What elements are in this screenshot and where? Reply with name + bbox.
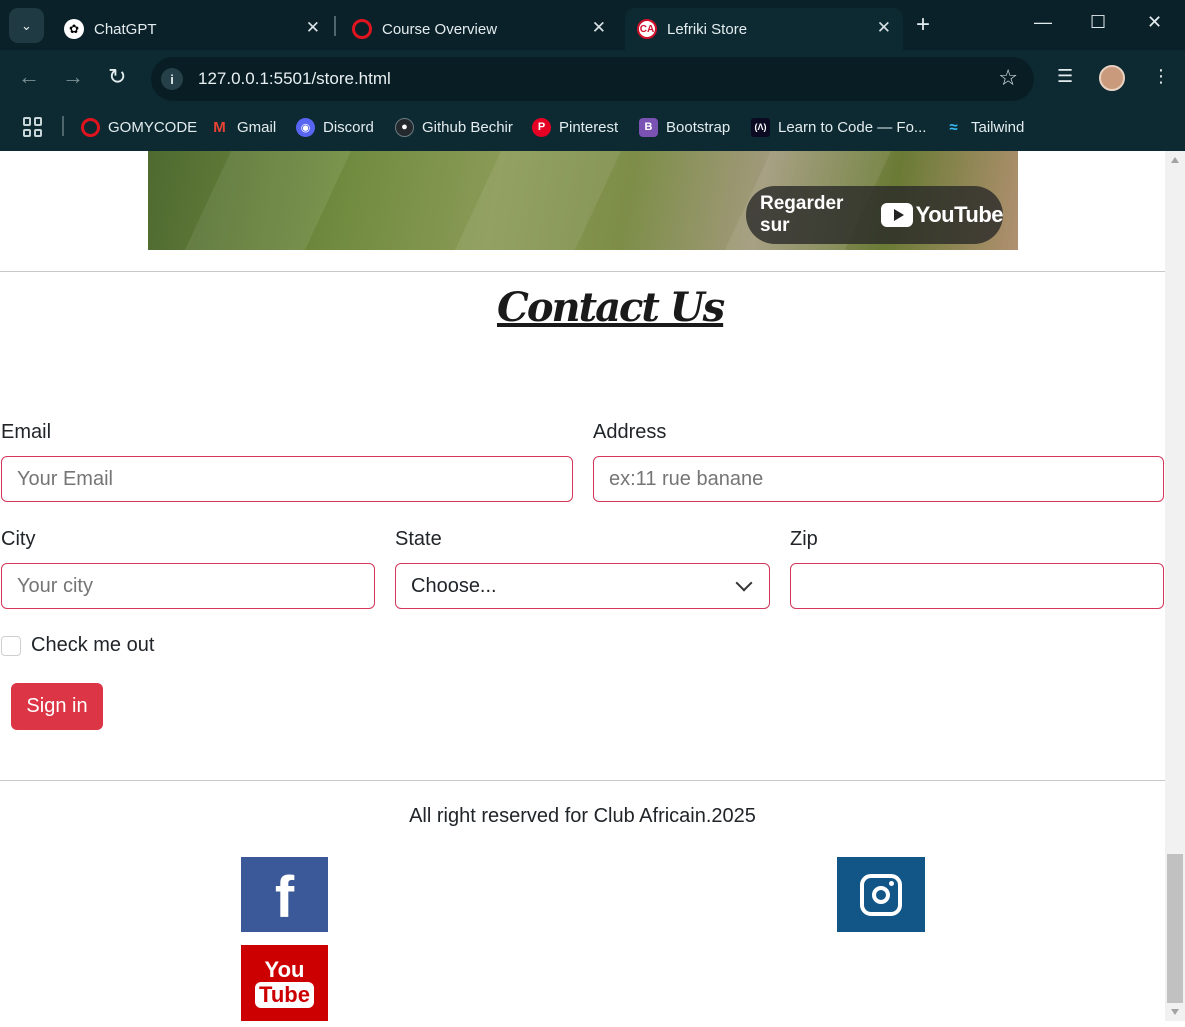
new-tab-button[interactable]: + — [916, 12, 930, 38]
close-icon[interactable]: ✕ — [592, 18, 606, 38]
facebook-link[interactable]: f — [241, 857, 328, 932]
bookmark-github[interactable]: ● Github Bechir — [395, 116, 513, 138]
discord-icon: ◉ — [296, 117, 315, 137]
address-input[interactable] — [593, 456, 1164, 502]
state-selected-value: Choose... — [411, 574, 497, 597]
field-stripe — [454, 151, 622, 250]
tab-title: Course Overview — [382, 20, 498, 38]
youtube-link[interactable]: You Tube — [241, 945, 328, 1021]
tab-lefriki-store[interactable]: CA Lefriki Store ✕ — [625, 8, 903, 50]
field-stripe — [184, 151, 352, 250]
zip-input[interactable] — [790, 563, 1164, 609]
address-label: Address — [593, 421, 667, 443]
bookmark-label: Tailwind — [971, 118, 1025, 136]
profile-avatar[interactable] — [1099, 65, 1125, 91]
tab-course-overview[interactable]: Course Overview ✕ — [340, 8, 618, 50]
bookmark-gmail[interactable]: M Gmail — [210, 116, 276, 138]
address-bar[interactable]: i 127.0.0.1:5501/store.html ☆ — [151, 57, 1034, 101]
email-input[interactable] — [1, 456, 573, 502]
gomycode-icon — [352, 19, 372, 39]
url-text[interactable]: 127.0.0.1:5501/store.html — [198, 69, 391, 89]
media-control-icon[interactable]: ☰ — [1057, 66, 1073, 87]
youtube-you-text: You — [264, 956, 305, 982]
state-select[interactable]: Choose... — [395, 563, 770, 609]
footer-copyright: All right reserved for Club Africain.202… — [409, 805, 756, 827]
chatgpt-icon: ✿ — [64, 19, 84, 39]
site-info-icon[interactable]: i — [161, 68, 183, 90]
city-input[interactable] — [1, 563, 375, 609]
bookmark-freecodecamp[interactable]: (Λ) Learn to Code — Fo... — [751, 116, 926, 138]
pinterest-icon: P — [532, 117, 551, 137]
watch-on-label: Regarder sur — [760, 193, 844, 236]
youtube-tube-text: Tube — [255, 981, 314, 1008]
apps-grid-icon[interactable] — [23, 117, 43, 137]
youtube-wordmark: YouTube — [915, 202, 1004, 227]
check-me-out-checkbox[interactable] — [1, 636, 21, 656]
bootstrap-icon: B — [639, 117, 658, 137]
bookmark-label: Github Bechir — [422, 118, 513, 136]
chevron-down-icon — [735, 574, 753, 592]
bookmark-star-icon[interactable]: ☆ — [998, 65, 1018, 91]
scroll-up-arrow-icon[interactable] — [1171, 157, 1179, 163]
scroll-down-arrow-icon[interactable] — [1171, 1009, 1179, 1015]
bookmark-tailwind[interactable]: ≈ Tailwind — [944, 116, 1024, 138]
city-label: City — [1, 528, 36, 550]
bookmark-label: Discord — [323, 118, 374, 136]
watch-on-youtube-button[interactable]: Regarder sur YouTube — [746, 186, 1004, 244]
youtube-video-embed[interactable]: Regarder sur YouTube — [148, 151, 1018, 250]
tab-divider — [334, 16, 336, 36]
contact-title: Contact Us — [497, 284, 725, 331]
menu-dots-icon[interactable]: ⋮ — [1152, 66, 1170, 87]
toolbar: ← → ↻ i 127.0.0.1:5501/store.html ☆ ☰ ⋮ — [0, 50, 1185, 108]
bookmarks-bar: GOMYCODE M Gmail ◉ Discord ● Github Bech… — [0, 108, 1185, 151]
state-label: State — [395, 528, 442, 550]
check-me-out-label[interactable]: Check me out — [31, 634, 154, 657]
sign-in-button[interactable]: Sign in — [11, 683, 103, 730]
bookmarks-divider — [62, 116, 64, 136]
bookmark-label: Learn to Code — Fo... — [778, 118, 927, 136]
footer-divider — [0, 780, 1165, 781]
github-icon: ● — [395, 117, 414, 137]
close-icon[interactable]: ✕ — [877, 18, 891, 38]
vertical-scrollbar[interactable] — [1165, 151, 1185, 1021]
bookmark-label: GOMYCODE — [108, 118, 198, 136]
browser-chrome: ⌄ ✿ ChatGPT ✕ Course Overview ✕ CA Lefri… — [0, 0, 1185, 151]
club-africain-icon: CA — [637, 19, 657, 39]
page-viewport: Regarder sur YouTube Contact Us Email Ad… — [0, 151, 1185, 1027]
bookmark-gomycode[interactable]: GOMYCODE — [81, 116, 197, 138]
maximize-icon[interactable]: ☐ — [1090, 12, 1106, 33]
close-window-icon[interactable]: ✕ — [1147, 12, 1162, 33]
youtube-play-icon — [880, 203, 913, 227]
email-label: Email — [1, 421, 52, 443]
tab-search-button[interactable]: ⌄ — [9, 8, 44, 43]
bookmark-label: Bootstrap — [666, 118, 731, 136]
reload-icon[interactable]: ↻ — [108, 64, 126, 90]
gomycode-icon — [81, 117, 100, 137]
tab-title: ChatGPT — [94, 20, 157, 38]
tab-strip: ⌄ ✿ ChatGPT ✕ Course Overview ✕ CA Lefri… — [0, 0, 1185, 50]
tab-chatgpt[interactable]: ✿ ChatGPT ✕ — [52, 8, 332, 50]
scrollbar-thumb[interactable] — [1167, 854, 1183, 1003]
tailwind-icon: ≈ — [949, 118, 958, 136]
gmail-icon: M — [213, 118, 226, 136]
bookmark-label: Pinterest — [559, 118, 619, 136]
back-icon[interactable]: ← — [18, 64, 40, 90]
bookmark-bootstrap[interactable]: B Bootstrap — [639, 116, 730, 138]
minimize-icon[interactable]: — — [1034, 12, 1052, 33]
instagram-icon — [860, 873, 902, 916]
instagram-link[interactable] — [837, 857, 925, 932]
close-icon[interactable]: ✕ — [306, 18, 320, 38]
bookmark-discord[interactable]: ◉ Discord — [296, 116, 374, 138]
forward-icon[interactable]: → — [62, 64, 84, 90]
facebook-icon: f — [274, 865, 295, 930]
zip-label: Zip — [790, 528, 818, 550]
section-divider — [0, 271, 1165, 272]
tab-title: Lefriki Store — [667, 20, 748, 38]
freecodecamp-icon: (Λ) — [751, 117, 770, 137]
bookmark-pinterest[interactable]: P Pinterest — [532, 116, 618, 138]
bookmark-label: Gmail — [237, 118, 277, 136]
